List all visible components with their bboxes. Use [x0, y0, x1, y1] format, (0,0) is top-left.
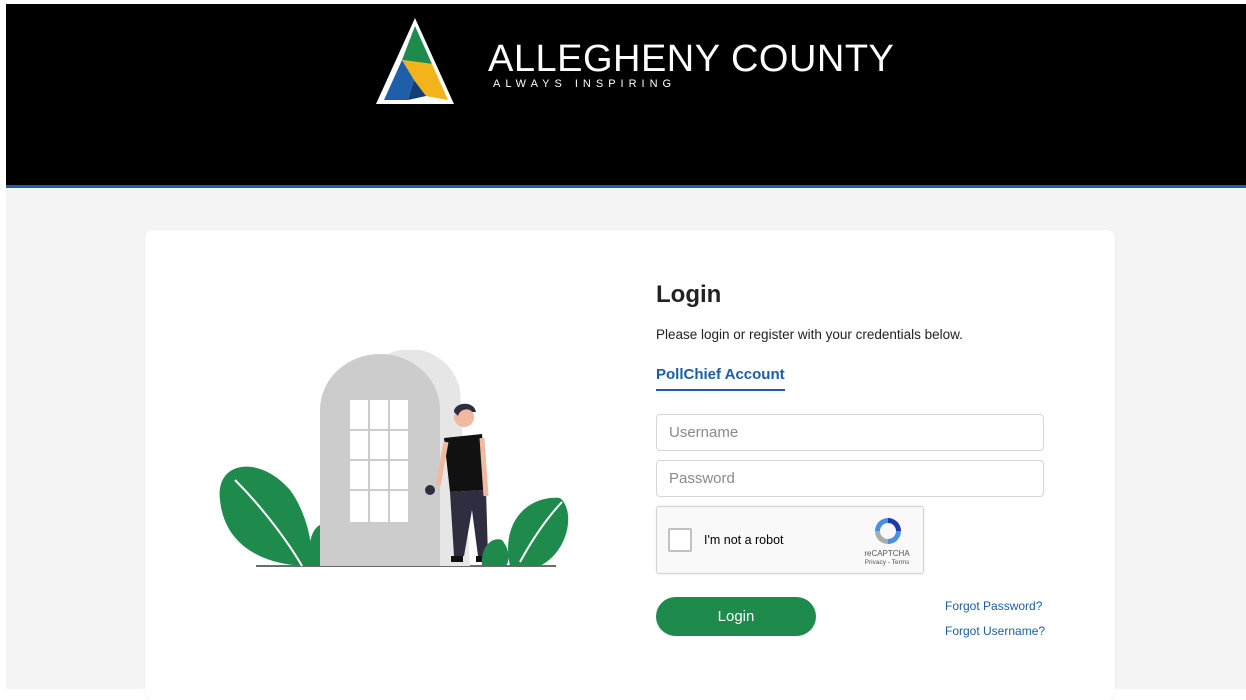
brand-name: ALLEGHENY COUNTY: [488, 38, 895, 80]
recaptcha-widget: I'm not a robot reCAPTCHA Privacy - Term…: [656, 506, 924, 574]
brand-tagline: ALWAYS INSPIRING: [493, 78, 677, 90]
recaptcha-checkbox[interactable]: [668, 528, 692, 552]
recaptcha-label: I'm not a robot: [704, 533, 784, 547]
recaptcha-icon: [875, 518, 901, 544]
site-header: ALLEGHENY COUNTY ALWAYS INSPIRING: [6, 4, 1246, 188]
login-button[interactable]: Login: [656, 597, 816, 636]
forgot-password-link[interactable]: Forgot Password?: [945, 599, 1042, 613]
recaptcha-brand: reCAPTCHA: [864, 549, 910, 558]
login-title: Login: [656, 281, 722, 308]
allegheny-county-logo-icon: [376, 18, 454, 104]
tab-pollchief-account[interactable]: PollChief Account: [656, 366, 785, 391]
login-subtitle: Please login or register with your crede…: [656, 327, 963, 342]
username-input[interactable]: [656, 414, 1044, 451]
door-illustration: [219, 350, 569, 567]
forgot-username-link[interactable]: Forgot Username?: [945, 624, 1045, 638]
recaptcha-links[interactable]: Privacy - Terms: [852, 559, 922, 566]
password-input[interactable]: [656, 460, 1044, 497]
